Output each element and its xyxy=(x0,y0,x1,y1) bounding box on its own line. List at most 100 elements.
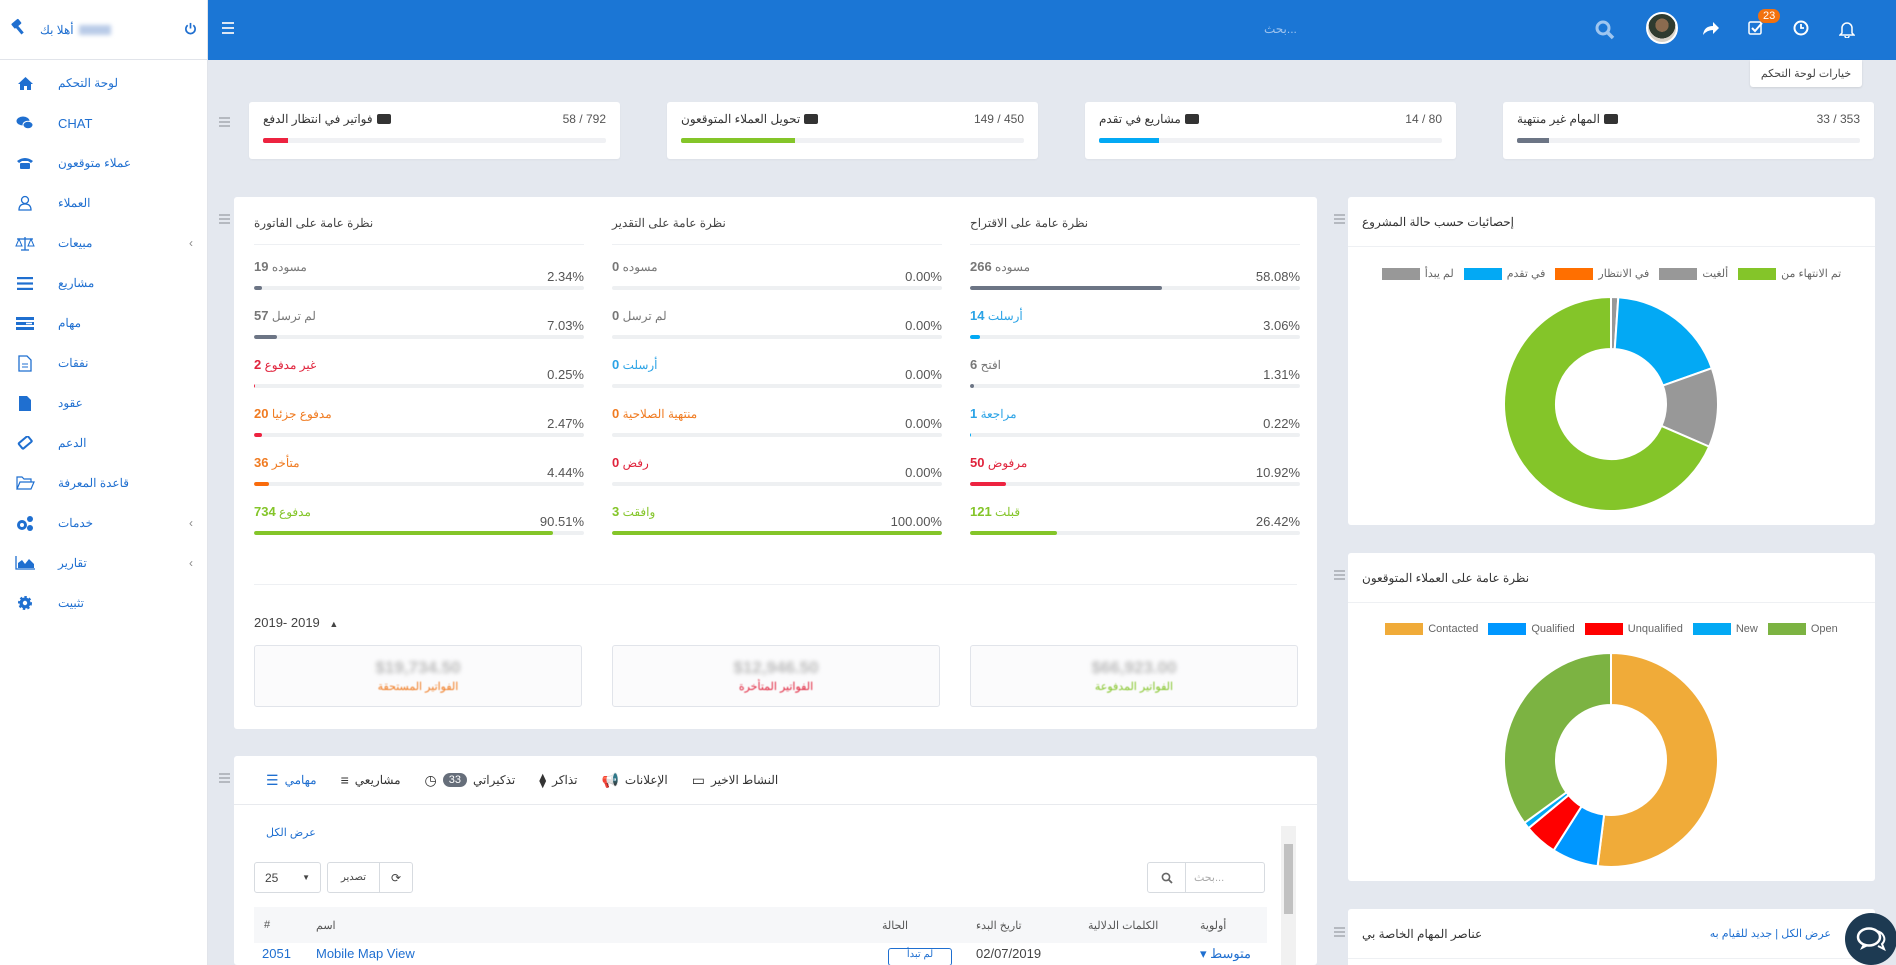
overview-status-row[interactable]: قبلت 121 26.42% xyxy=(970,494,1300,543)
user-avatar[interactable] xyxy=(1646,12,1678,44)
col-id[interactable]: # xyxy=(264,919,270,931)
sidebar-item-sales[interactable]: مبيعات ‹ xyxy=(0,223,207,263)
donut-slice-open[interactable] xyxy=(1503,651,1612,825)
sidebar-item-leads[interactable]: عملاء متوقعون xyxy=(0,143,207,183)
year-range-toggle[interactable]: 2019- 2019 ▲ xyxy=(254,615,338,630)
sidebar-item-projects[interactable]: مشاريع xyxy=(0,263,207,303)
chat-widget-button[interactable] xyxy=(1845,913,1896,965)
legend-item[interactable]: تم الانتهاء من xyxy=(1738,267,1841,280)
invoice-total-amount: $19,734.50 xyxy=(375,658,461,677)
table-scrollbar[interactable] xyxy=(1281,826,1296,965)
view-all-tasks-link[interactable]: عرض الكل xyxy=(266,826,316,839)
sidebar-item-support[interactable]: الدعم xyxy=(0,423,207,463)
legend-item[interactable]: ألغيت xyxy=(1659,267,1728,280)
stat-title-text[interactable]: مشاريع في تقدم xyxy=(1099,112,1181,126)
legend-item[interactable]: Qualified xyxy=(1488,623,1575,635)
legend-item[interactable]: لم يبدأ xyxy=(1381,267,1454,280)
overview-status-row[interactable]: وافقت 3 100.00% xyxy=(612,494,942,543)
tab-ticket[interactable]: تذاكر ⧫ xyxy=(539,772,577,789)
sidebar-item-knowledge-base[interactable]: قاعدة المعرفة xyxy=(0,463,207,503)
stat-title-text[interactable]: فواتير في انتظار الدفع xyxy=(263,112,373,126)
overview-status-row[interactable]: رفض 0 0.00% xyxy=(612,445,942,494)
col-priority[interactable]: أولوية xyxy=(1200,919,1226,932)
tab-bars[interactable]: مشاريعي ≡ xyxy=(341,772,401,788)
drag-handle-icon[interactable] xyxy=(219,214,230,226)
overview-status-row[interactable]: أرسلت 14 3.06% xyxy=(970,298,1300,347)
sidebar-item-dashboard[interactable]: لوحة التحكم xyxy=(0,63,207,103)
tab-clock[interactable]: تذكيراتي 33 ◷ xyxy=(425,772,516,789)
col-status[interactable]: الحالة xyxy=(882,919,908,932)
invoice-total-box[interactable]: $12,946.50 الفواتير المتأخرة xyxy=(612,645,940,707)
share-icon[interactable] xyxy=(1702,20,1720,41)
overview-status-row[interactable]: متأخر 36 4.44% xyxy=(254,445,584,494)
invoice-total-box[interactable]: $19,734.50 الفواتير المستحقة xyxy=(254,645,582,707)
sidebar-item-contracts[interactable]: عقود xyxy=(0,383,207,423)
sidebar-item-setup[interactable]: تثبيت xyxy=(0,583,207,623)
overview-status-row[interactable]: منتهية الصلاحية 0 0.00% xyxy=(612,396,942,445)
status-percent: 4.44% xyxy=(547,465,584,480)
page-length-select[interactable]: 25 ▼ xyxy=(254,862,321,893)
overview-status-row[interactable]: غير مدفوع 2 0.25% xyxy=(254,347,584,396)
table-search[interactable]: بحث... xyxy=(1147,862,1265,893)
donut-slice-contacted[interactable] xyxy=(1596,651,1719,868)
todo-links[interactable]: عرض الكل | جديد للقيام به xyxy=(1710,927,1831,940)
overview-status-row[interactable]: افتح 6 1.31% xyxy=(970,347,1300,396)
overview-status-row[interactable]: مدفوع جزئيا 20 2.47% xyxy=(254,396,584,445)
tab-tasks[interactable]: مهامي ☰ xyxy=(266,772,317,789)
search-icon[interactable] xyxy=(1595,20,1615,43)
table-buttons: تصدير ⟳ xyxy=(327,862,413,893)
top-navbar: بحث... 23 xyxy=(208,0,1896,60)
drag-handle-icon[interactable] xyxy=(1334,214,1345,226)
legend-swatch xyxy=(1385,623,1424,635)
status-dropdown[interactable]: لم تبدأ xyxy=(888,948,952,965)
legend-item[interactable]: في الانتظار xyxy=(1555,267,1649,280)
tab-bullhorn[interactable]: الإعلانات 📢 xyxy=(601,772,667,789)
legend-item[interactable]: Contacted xyxy=(1385,623,1478,635)
legend-item[interactable]: New xyxy=(1692,623,1758,635)
export-button[interactable]: تصدير xyxy=(328,863,380,892)
logout-power-icon[interactable] xyxy=(184,22,197,38)
col-name[interactable]: اسم xyxy=(316,919,336,932)
stat-title-text[interactable]: المهام غير منتهية xyxy=(1517,112,1600,126)
status-label: غير مدفوع 2 xyxy=(254,357,316,372)
task-id[interactable]: 2051 xyxy=(262,946,291,961)
sidebar-item-utilities[interactable]: خدمات ‹ xyxy=(0,503,207,543)
tab-window[interactable]: النشاط الاخير ▭ xyxy=(692,772,778,789)
overview-status-row[interactable]: مدفوع 734 90.51% xyxy=(254,494,584,543)
sidebar-item-chat[interactable]: CHAT xyxy=(0,103,207,143)
legend-item[interactable]: Open xyxy=(1767,623,1838,635)
bell-icon[interactable] xyxy=(1838,20,1856,43)
legend-item[interactable]: Unqualified xyxy=(1584,623,1683,635)
overview-status-row[interactable]: مسوده 19 2.34% xyxy=(254,249,584,298)
sidebar-item-customers[interactable]: العملاء xyxy=(0,183,207,223)
drag-handle-icon[interactable] xyxy=(1334,927,1345,939)
overview-status-row[interactable]: مسوده 266 58.08% xyxy=(970,249,1300,298)
stat-title-text[interactable]: تحويل العملاء المتوقعون xyxy=(681,112,800,126)
priority-dropdown[interactable]: متوسط ▾ xyxy=(1200,946,1251,962)
col-tags[interactable]: الكلمات الدلالية xyxy=(1088,919,1158,932)
sidebar-item-expenses[interactable]: نفقات xyxy=(0,343,207,383)
global-search-input[interactable]: بحث... xyxy=(1264,22,1384,36)
legend-item[interactable]: في تقدم xyxy=(1463,267,1545,280)
clock-icon[interactable] xyxy=(1793,20,1809,41)
overview-status-row[interactable]: لم ترسل 57 7.03% xyxy=(254,298,584,347)
dashboard-options-button[interactable]: خيارات لوحة التحكم xyxy=(1750,60,1862,87)
area-chart-icon xyxy=(14,554,36,572)
drag-handle-icon[interactable] xyxy=(219,773,230,785)
drag-handle-icon[interactable] xyxy=(219,117,230,129)
invoice-total-box[interactable]: $66,923.00 الفواتير المدفوعة xyxy=(970,645,1298,707)
drag-handle-icon[interactable] xyxy=(1334,570,1345,582)
reload-icon[interactable]: ⟳ xyxy=(380,871,412,885)
overview-status-row[interactable]: مراجعة 1 0.22% xyxy=(970,396,1300,445)
sidebar-item-tasks[interactable]: مهام xyxy=(0,303,207,343)
overview-status-row[interactable]: مسوده 0 0.00% xyxy=(612,249,942,298)
overview-status-row[interactable]: لم ترسل 0 0.00% xyxy=(612,298,942,347)
overview-status-row[interactable]: أرسلت 0 0.00% xyxy=(612,347,942,396)
task-name-link[interactable]: Mobile Map View xyxy=(316,946,415,961)
todo-checkbox-icon[interactable] xyxy=(1748,20,1764,41)
table-search-input[interactable]: بحث... xyxy=(1186,871,1224,884)
sidebar-item-reports[interactable]: تقارير ‹ xyxy=(0,543,207,583)
overview-status-row[interactable]: مرفوض 50 10.92% xyxy=(970,445,1300,494)
menu-toggle-icon[interactable] xyxy=(222,22,234,37)
col-start-date[interactable]: تاريخ البدء xyxy=(976,919,1022,932)
